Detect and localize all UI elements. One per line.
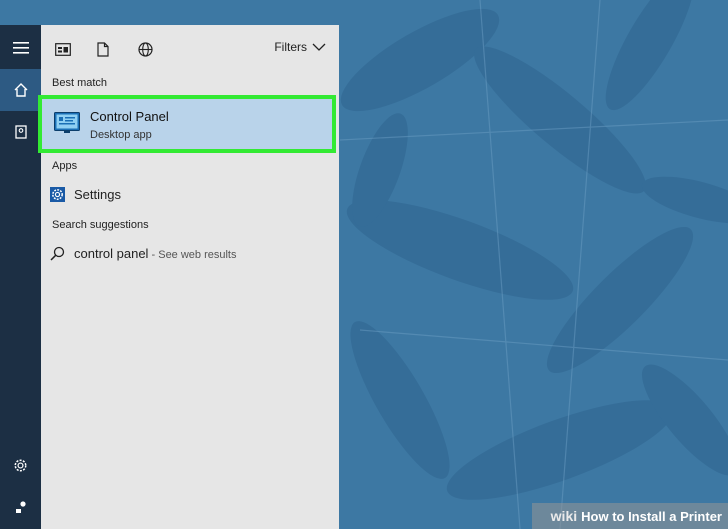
suggestion-query: control panel — [74, 246, 149, 261]
globe-icon — [137, 41, 153, 57]
suggestion-hint: - See web results — [148, 249, 237, 261]
home-icon — [14, 83, 27, 97]
search-suggestions-heading: Search suggestions — [52, 219, 149, 231]
web-filter-button[interactable] — [134, 39, 156, 59]
document-icon — [97, 41, 109, 57]
documents-filter-button[interactable] — [92, 39, 114, 59]
apps-filter-button[interactable] — [52, 39, 74, 59]
notebook-button[interactable] — [0, 111, 41, 153]
control-panel-icon — [54, 112, 80, 133]
filters-dropdown[interactable]: Filters — [274, 40, 326, 54]
watermark-text: How to Install a Printer — [581, 508, 722, 524]
start-rail — [0, 25, 41, 529]
settings-label: Settings — [74, 187, 121, 202]
watermark: wiki How to Install a Printer — [532, 503, 728, 529]
menu-button[interactable] — [0, 27, 41, 69]
home-button[interactable] — [0, 69, 41, 111]
search-icon — [50, 246, 65, 261]
best-match-subtitle: Desktop app — [90, 129, 152, 141]
suggestion-item[interactable]: control panel - See web results — [50, 246, 237, 261]
filters-label: Filters — [274, 40, 307, 54]
notebook-icon — [14, 125, 27, 139]
chevron-down-icon — [312, 43, 326, 51]
best-match-heading: Best match — [52, 77, 108, 89]
feedback-button[interactable] — [0, 486, 41, 528]
gear-icon — [14, 459, 27, 471]
apps-icon — [55, 42, 71, 56]
search-results-panel: Filters Best match Control Panel Desktop… — [38, 25, 339, 529]
hamburger-icon — [12, 42, 29, 54]
settings-button[interactable] — [0, 444, 41, 486]
apps-heading: Apps — [52, 160, 78, 172]
feedback-icon — [15, 501, 26, 513]
list-item-settings[interactable]: Settings — [50, 187, 121, 202]
watermark-brand: wiki — [550, 508, 578, 524]
best-match-title: Control Panel — [90, 109, 169, 124]
best-match-result[interactable]: Control Panel Desktop app — [38, 95, 336, 153]
settings-icon — [50, 187, 65, 202]
